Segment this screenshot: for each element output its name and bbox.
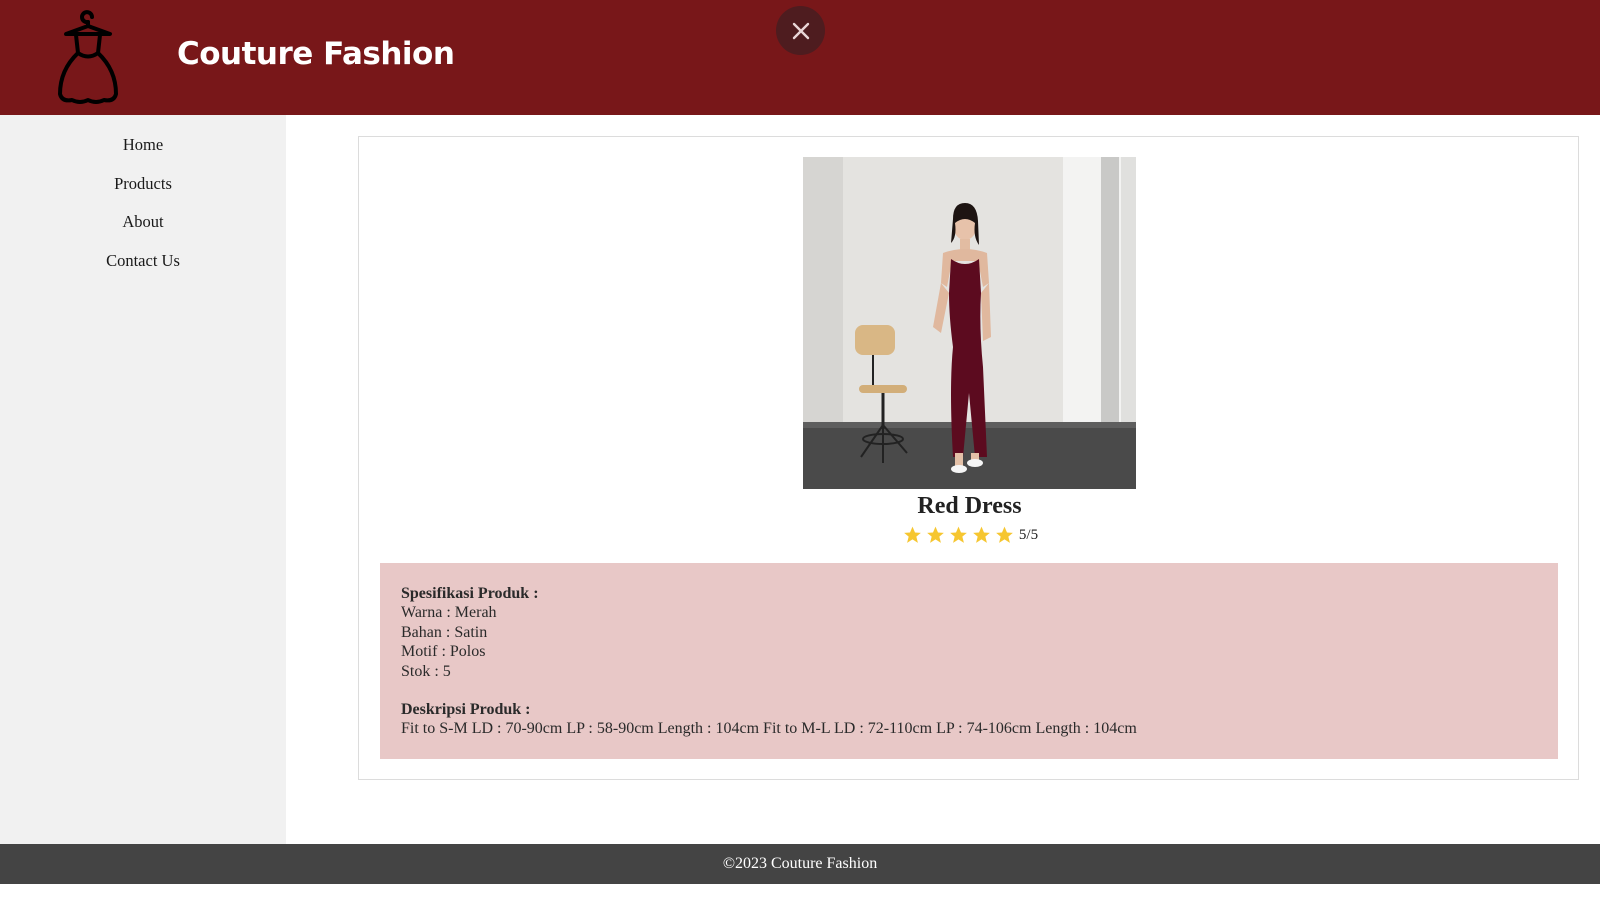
product-title: Red Dress [917, 493, 1022, 519]
sidebar-item-about[interactable]: About [0, 203, 286, 242]
star-icon [901, 525, 924, 545]
main-content: Red Dress 5/5 Spesifikasi Produk : Warna… [286, 115, 1600, 844]
spec-line-material: Bahan : Satin [401, 623, 488, 641]
sidebar: Home Products About Contact Us [0, 115, 286, 844]
spec-line-stock: Stok : 5 [401, 662, 451, 680]
specs-heading: Spesifikasi Produk : [401, 585, 539, 602]
spec-line-color: Warna : Merah [401, 604, 497, 622]
rating-label: 5/5 [1018, 526, 1039, 543]
sidebar-item-contact-us[interactable]: Contact Us [0, 242, 286, 281]
sidebar-nav: Home Products About Contact Us [0, 115, 286, 280]
description-heading: Deskripsi Produk : [401, 701, 531, 719]
site-header: Couture Fashion [0, 0, 1600, 115]
sidebar-item-home[interactable]: Home [0, 126, 286, 165]
site-footer: ©2023 Couture Fashion [0, 844, 1600, 884]
sidebar-item-products[interactable]: Products [0, 165, 286, 204]
product-card: Red Dress 5/5 Spesifikasi Produk : Warna… [358, 136, 1579, 780]
star-icon [947, 525, 970, 545]
footer-copyright: ©2023 Couture Fashion [722, 855, 878, 872]
star-icon [924, 525, 947, 545]
brand-title[interactable]: Couture Fashion [177, 36, 455, 72]
product-image [803, 157, 1136, 489]
description-text: Fit to S-M LD : 70-90cm LP : 58-90cm Len… [401, 720, 1137, 738]
star-icon [970, 525, 993, 545]
star-icon [993, 525, 1016, 545]
product-details: Spesifikasi Produk : Warna : Merah Bahan… [380, 563, 1558, 759]
spec-line-pattern: Motif : Polos [401, 643, 486, 661]
dress-icon[interactable] [52, 8, 124, 106]
close-button[interactable] [776, 6, 825, 55]
close-icon [792, 22, 809, 39]
product-rating: 5/5 [359, 525, 1580, 545]
